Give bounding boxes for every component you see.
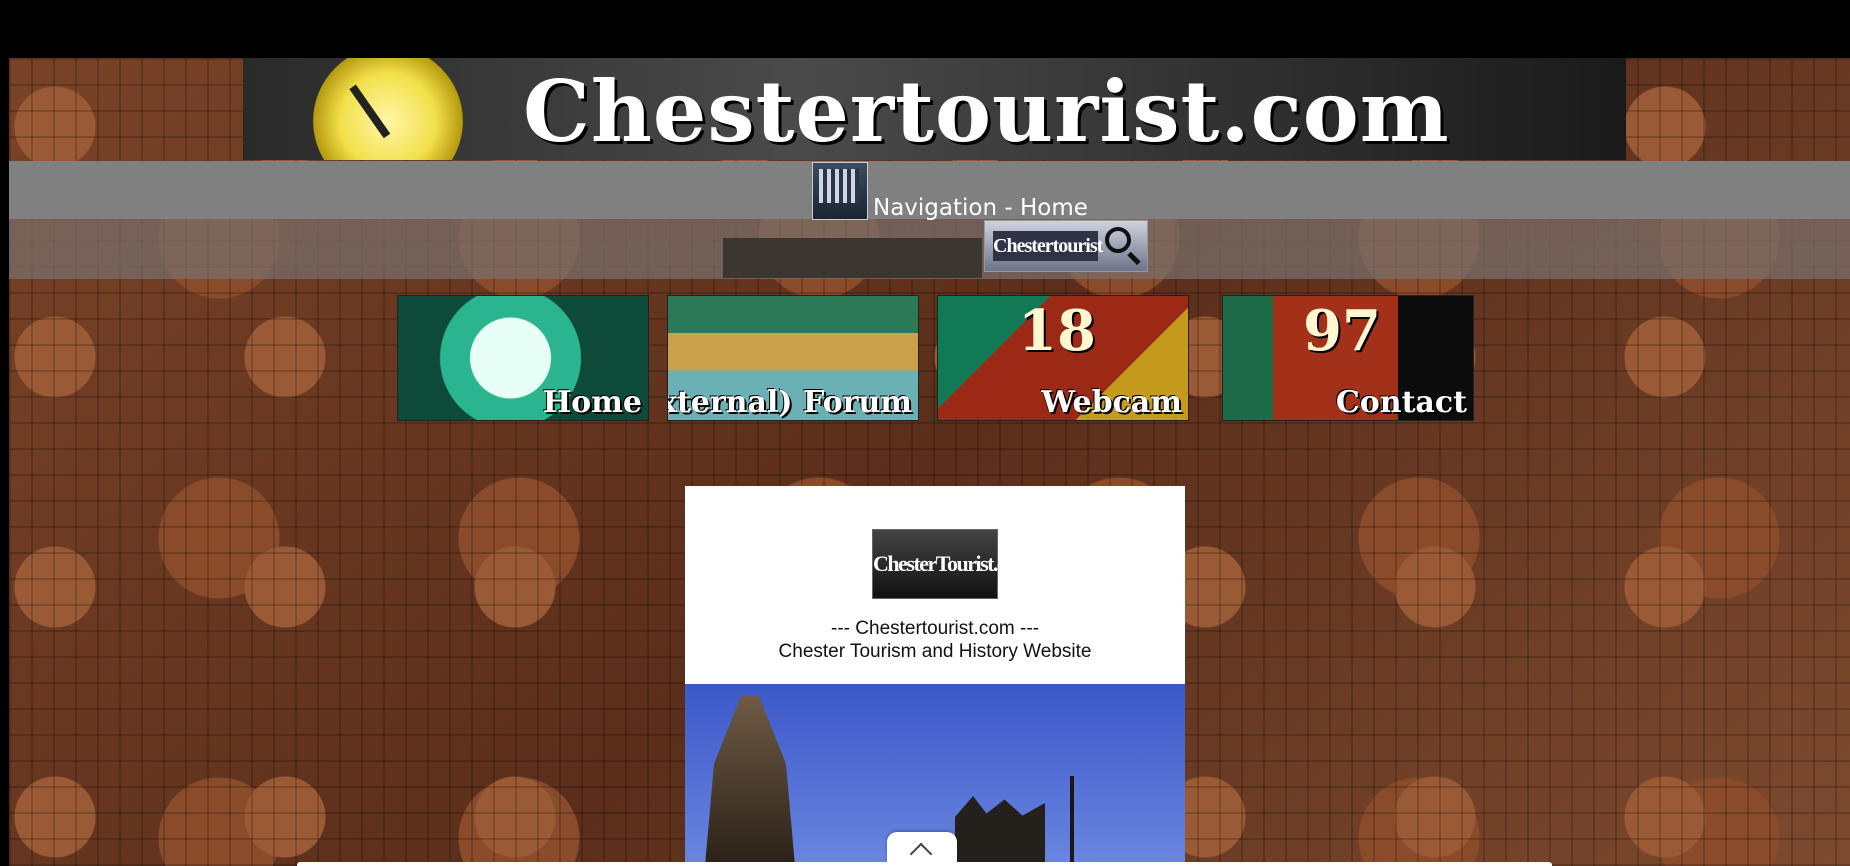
nav-tile-home[interactable]: Home [397,295,649,421]
tower-image [955,796,1045,866]
spire-image [705,696,795,866]
search-button[interactable]: Chestertourist [984,220,1148,272]
content-subtitle: Chester Tourism and History Website [778,641,1092,662]
navigation-label: Navigation - Home [873,195,1088,221]
tile-label: Contact [1335,385,1467,420]
search-input[interactable] [723,238,982,278]
weathervane-image [1070,776,1074,866]
search-button-label: Chestertourist [993,231,1103,261]
scroll-up-button[interactable] [887,832,957,866]
nav-logo-icon[interactable] [812,162,868,220]
tile-label: Webcam [1041,385,1182,420]
content-logo: ChesterTourist.com [872,529,1033,599]
tile-label: (External) Forum [668,385,912,420]
nav-tile-webcam[interactable]: 18 Webcam [937,295,1189,421]
content-title: --- Chestertourist.com --- [831,618,1039,639]
tile-number: 97 [1303,298,1381,364]
search-icon [1105,227,1131,253]
nav-tile-forum[interactable]: (External) Forum [667,295,919,421]
nav-tile-contact[interactable]: 97 Contact [1222,295,1474,421]
bottom-panel-edge [297,862,1552,866]
main-content: ChesterTourist.com --- Chestertourist.co… [685,486,1185,866]
tile-label: Home [542,385,642,420]
banner-title: Chestertourist.com [523,62,1450,160]
site-banner[interactable]: Chestertourist.com [243,58,1626,160]
clock-icon [313,58,463,160]
tile-number: 18 [1018,298,1096,364]
